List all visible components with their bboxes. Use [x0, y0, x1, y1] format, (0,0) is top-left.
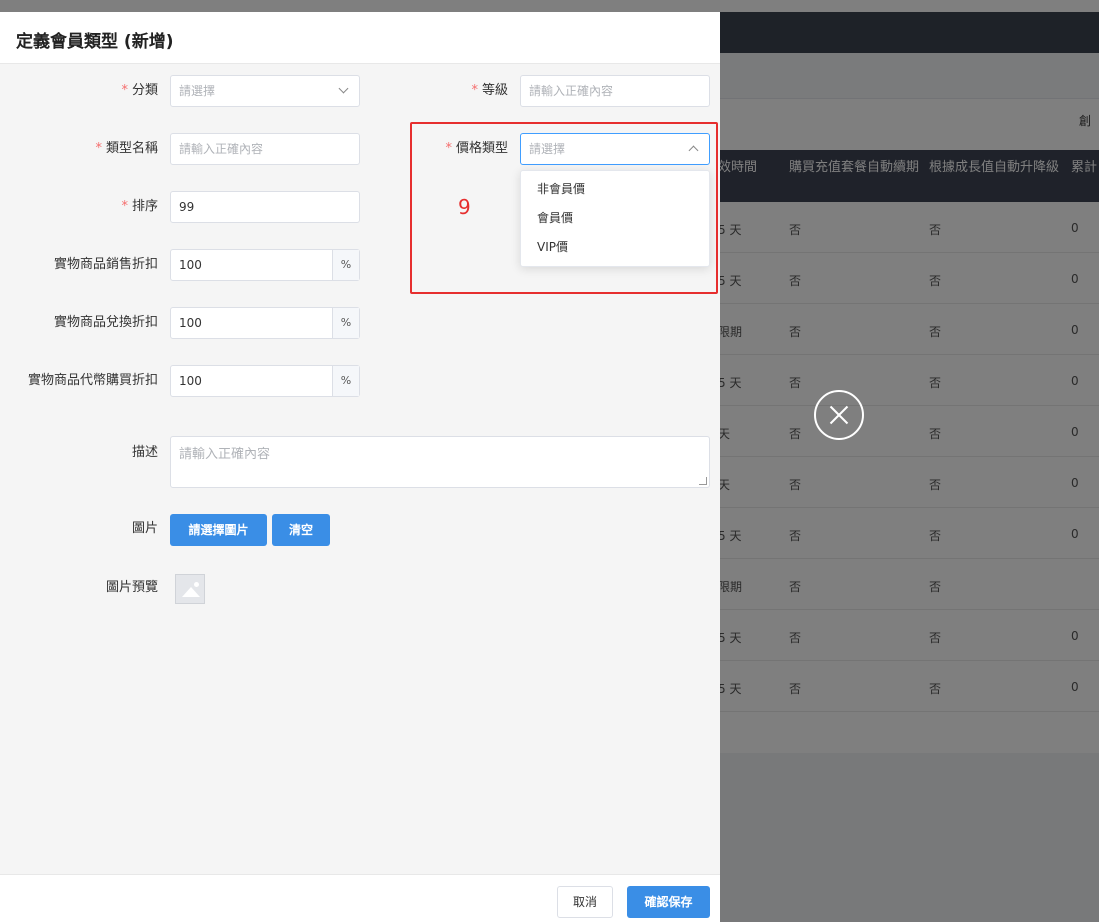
price-type-select[interactable]: 請選擇 [520, 133, 710, 165]
chevron-down-icon [338, 83, 349, 94]
resize-handle-icon[interactable] [699, 477, 707, 485]
required-mark: * [445, 141, 452, 156]
type-name-input-placeholder: 請輸入正確內容 [179, 142, 264, 156]
dropdown-option-vip-price[interactable]: VIP價 [521, 233, 709, 262]
required-mark: * [121, 199, 128, 214]
drawer-footer: 取消 確認保存 [0, 874, 720, 922]
image-placeholder-icon [175, 574, 205, 604]
level-input-placeholder: 請輸入正確內容 [529, 84, 614, 98]
category-select-placeholder: 請選擇 [179, 84, 216, 98]
percent-suffix: % [332, 308, 359, 338]
price-type-label-text: 價格類型 [455, 141, 508, 156]
description-label: 描述 [131, 445, 158, 460]
exchange-discount-value: 100 [179, 316, 202, 330]
level-input[interactable]: 請輸入正確內容 [520, 75, 710, 107]
level-label: * 等級 [410, 83, 508, 99]
description-placeholder: 請輸入正確內容 [179, 447, 271, 462]
sale-discount-label: 實物商品銷售折扣 [53, 257, 158, 272]
image-label: 圖片 [131, 521, 158, 536]
clear-image-button[interactable]: 清空 [272, 514, 330, 546]
type-name-input[interactable]: 請輸入正確內容 [170, 133, 360, 165]
save-button[interactable]: 確認保存 [627, 886, 710, 918]
sort-label-text: 排序 [131, 199, 158, 214]
type-name-label-text: 類型名稱 [105, 141, 158, 156]
choose-image-button[interactable]: 請選擇圖片 [170, 514, 267, 546]
drawer-header: 定義會員類型 (新增) [0, 12, 720, 64]
required-mark: * [471, 83, 478, 98]
image-preview-label: 圖片預覽 [105, 580, 158, 595]
price-type-dropdown: 非會員價 會員價 VIP價 [520, 170, 710, 267]
coin-discount-input[interactable]: 100 % [170, 365, 360, 397]
coin-discount-value: 100 [179, 374, 202, 388]
sale-discount-value: 100 [179, 258, 202, 272]
close-drawer-icon[interactable] [814, 390, 864, 440]
percent-suffix: % [332, 366, 359, 396]
percent-suffix: % [332, 250, 359, 280]
drawer-title: 定義會員類型 (新增) [16, 32, 174, 52]
sale-discount-input[interactable]: 100 % [170, 249, 360, 281]
annotation-number: 9 [458, 195, 471, 219]
required-mark: * [121, 83, 128, 98]
exchange-discount-label: 實物商品兌換折扣 [53, 315, 158, 330]
sort-label: * 排序 [60, 199, 158, 215]
price-type-label: * 價格類型 [410, 141, 508, 157]
exchange-discount-input[interactable]: 100 % [170, 307, 360, 339]
sort-input[interactable]: 99 [170, 191, 360, 223]
category-select[interactable]: 請選擇 [170, 75, 360, 107]
coin-discount-label: 實物商品代幣購買折扣 [27, 373, 158, 388]
sort-input-value: 99 [179, 200, 195, 214]
price-type-select-placeholder: 請選擇 [529, 142, 566, 156]
type-name-label: * 類型名稱 [60, 141, 158, 157]
required-mark: * [95, 141, 102, 156]
dropdown-option-non-member-price[interactable]: 非會員價 [521, 175, 709, 204]
dropdown-option-member-price[interactable]: 會員價 [521, 204, 709, 233]
level-label-text: 等級 [481, 83, 508, 98]
cancel-button[interactable]: 取消 [557, 886, 613, 918]
category-label-text: 分類 [131, 83, 158, 98]
description-textarea[interactable]: 請輸入正確內容 [170, 436, 710, 488]
category-label: * 分類 [60, 83, 158, 99]
chevron-up-icon [688, 145, 699, 156]
